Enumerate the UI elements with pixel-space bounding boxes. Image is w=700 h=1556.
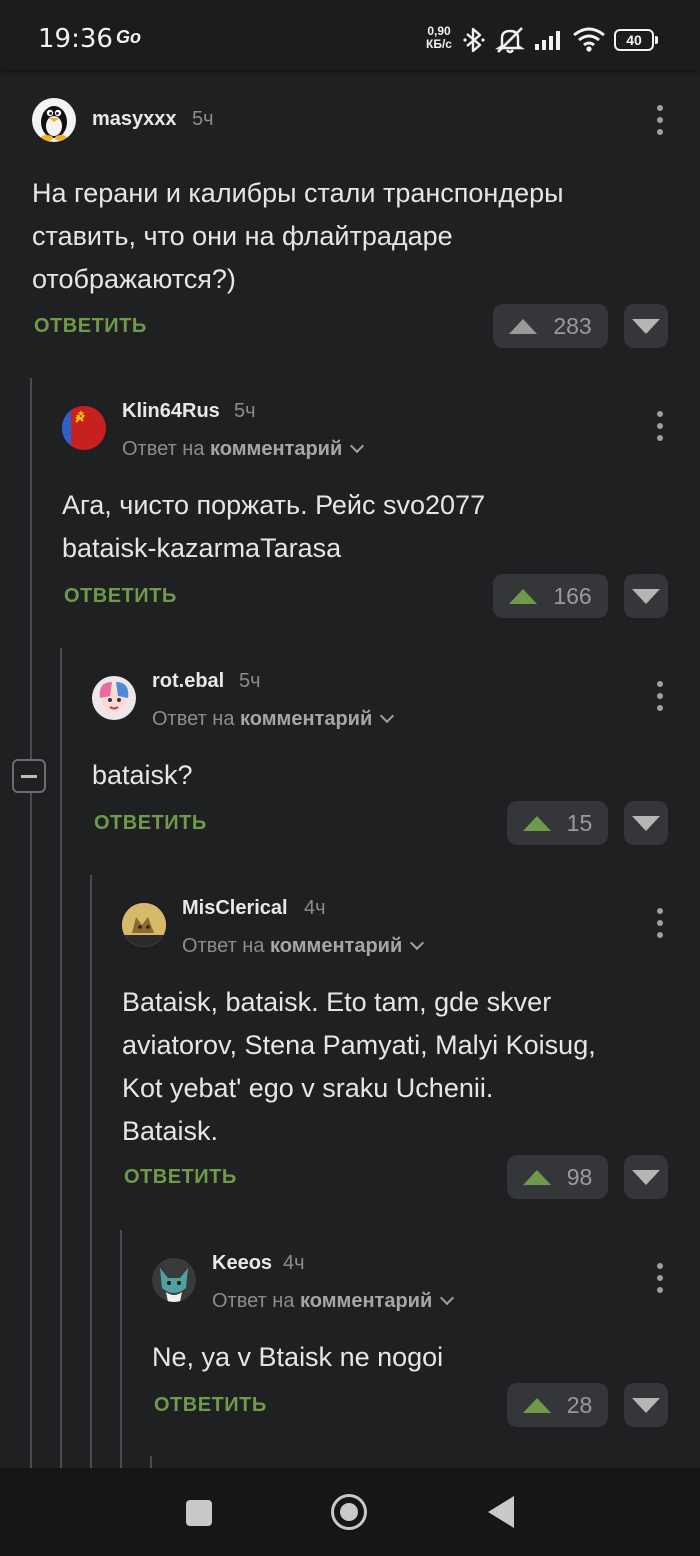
comment-time: 5ч — [192, 108, 214, 130]
mute-bell-icon — [495, 27, 525, 54]
comment-username[interactable]: Keeos — [212, 1252, 272, 1275]
downvote-arrow-icon — [632, 318, 660, 334]
thread-line-level-2[interactable] — [60, 648, 62, 1468]
downvote-button[interactable] — [624, 801, 668, 845]
comment-time: 4ч — [283, 1252, 305, 1274]
comment-username[interactable]: masyxxx — [92, 108, 177, 131]
vote-count: 28 — [566, 1391, 593, 1418]
downvote-button[interactable] — [624, 1383, 668, 1427]
comment-text: Ага, чисто поржать. Рейс svo2077 bataisk… — [62, 490, 486, 563]
thread-line-level-5[interactable] — [150, 1456, 152, 1468]
reply-button[interactable]: ОТВЕТИТЬ — [94, 812, 207, 835]
reply-to-prefix: Ответ на — [152, 708, 235, 730]
more-options-icon[interactable] — [650, 908, 670, 938]
penguin-icon — [41, 106, 67, 141]
more-options-icon[interactable] — [650, 1263, 670, 1293]
reply-to-prefix: Ответ на — [182, 935, 265, 957]
downvote-button[interactable] — [624, 304, 668, 348]
ussr-flag-avatar[interactable] — [62, 406, 106, 450]
reply-button[interactable]: ОТВЕТИТЬ — [34, 315, 147, 338]
upvote-arrow-icon — [522, 1169, 551, 1185]
signal-icon — [535, 31, 560, 50]
recent-apps-icon[interactable] — [186, 1500, 212, 1526]
downvote-arrow-icon — [632, 1169, 660, 1185]
thread-line-level-1[interactable] — [30, 378, 32, 1468]
reply-to-link[interactable]: Ответ на комментарий — [182, 935, 425, 958]
downvote-button[interactable] — [624, 1155, 668, 1199]
home-icon[interactable] — [331, 1494, 367, 1530]
downvote-arrow-icon — [632, 588, 660, 604]
upvote-arrow-icon — [509, 588, 538, 604]
comment-text: bataisk? — [92, 760, 193, 790]
reply-button[interactable]: ОТВЕТИТЬ — [124, 1166, 237, 1189]
vote-count: 283 — [553, 312, 592, 339]
upvote-arrow-icon — [522, 1397, 551, 1413]
back-icon[interactable] — [488, 1496, 514, 1528]
upvote-arrow-icon — [522, 815, 551, 831]
comment-text: На герани и калибры стали транспондеры с… — [32, 178, 564, 294]
reply-to-target: комментарий — [210, 438, 343, 460]
downvote-button[interactable] — [624, 574, 668, 618]
reply-to-target: комментарий — [240, 708, 373, 730]
battery-icon: 40 — [614, 29, 658, 51]
fox-icon — [160, 1268, 188, 1302]
chevron-down-icon — [440, 1290, 455, 1306]
downvote-arrow-icon — [632, 815, 660, 831]
comment-username[interactable]: MisClerical — [182, 897, 288, 920]
comment-time: 4ч — [304, 897, 326, 919]
comment-username[interactable]: rot.ebal — [152, 670, 224, 693]
cat-avatar[interactable] — [122, 903, 166, 947]
reply-to-link[interactable]: Ответ на комментарий — [212, 1290, 455, 1313]
more-options-icon[interactable] — [650, 411, 670, 441]
more-options-icon[interactable] — [650, 681, 670, 711]
chevron-down-icon — [380, 708, 395, 724]
vote-count: 98 — [566, 1163, 593, 1190]
ussr-flag-icon — [62, 406, 85, 450]
character-portrait-icon — [99, 682, 129, 712]
reply-to-target: комментарий — [270, 935, 403, 957]
reply-to-link[interactable]: Ответ на комментарий — [122, 438, 365, 461]
upvote-button[interactable]: 166 — [493, 574, 608, 618]
comment-time: 5ч — [234, 400, 256, 422]
upvote-arrow-icon — [509, 318, 538, 334]
comment-time: 5ч — [239, 670, 261, 692]
fox-avatar[interactable] — [152, 1258, 196, 1302]
app-badge-icon: Go — [116, 27, 141, 47]
minus-icon — [21, 774, 37, 778]
reply-button[interactable]: ОТВЕТИТЬ — [154, 1394, 267, 1417]
penguin-avatar[interactable] — [32, 98, 76, 142]
bluetooth-icon — [463, 27, 485, 53]
upvote-button[interactable]: 15 — [507, 801, 608, 845]
upvote-button[interactable]: 98 — [507, 1155, 608, 1199]
reply-button[interactable]: ОТВЕТИТЬ — [64, 585, 177, 608]
comment-username[interactable]: Klin64Rus — [122, 400, 220, 423]
harley-avatar[interactable] — [92, 676, 136, 720]
comment-text: Ne, ya v Btaisk ne nogoi — [152, 1342, 444, 1372]
chevron-down-icon — [350, 438, 365, 454]
upvote-button[interactable]: 283 — [493, 304, 608, 348]
reply-to-prefix: Ответ на — [122, 438, 205, 460]
upvote-button[interactable]: 28 — [507, 1383, 608, 1427]
cat-icon — [122, 903, 166, 947]
vote-count: 15 — [566, 809, 593, 836]
collapse-thread-button[interactable] — [12, 759, 46, 793]
thread-line-level-4[interactable] — [120, 1230, 122, 1468]
network-speed: 0,90 КБ/с — [420, 25, 458, 51]
reply-to-prefix: Ответ на — [212, 1290, 295, 1312]
downvote-arrow-icon — [632, 1397, 660, 1413]
status-bar: 19:36 Go 0,90 КБ/с 40 — [0, 0, 700, 70]
wifi-icon — [573, 27, 605, 52]
comment-text: Bataisk, bataisk. Eto tam, gde skver avi… — [122, 987, 596, 1146]
reply-to-link[interactable]: Ответ на комментарий — [152, 708, 395, 731]
thread-line-level-3[interactable] — [90, 875, 92, 1468]
more-options-icon[interactable] — [650, 105, 670, 135]
status-time: 19:36 — [38, 24, 113, 54]
chevron-down-icon — [410, 935, 425, 951]
network-speed-unit: КБ/с — [426, 37, 452, 51]
reply-to-target: комментарий — [300, 1290, 433, 1312]
vote-count: 166 — [553, 582, 592, 609]
